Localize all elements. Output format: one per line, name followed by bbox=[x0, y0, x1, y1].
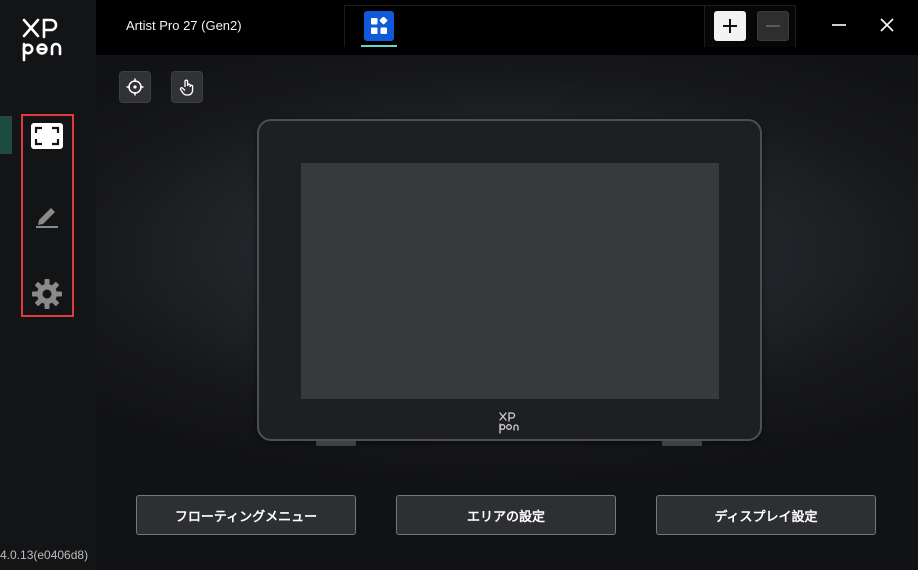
sidebar-item-settings[interactable] bbox=[27, 274, 67, 314]
tablet-preview bbox=[257, 119, 762, 441]
nav-active-indicator bbox=[0, 116, 12, 154]
display-settings-button[interactable]: ディスプレイ設定 bbox=[656, 495, 876, 535]
tablet-logo bbox=[498, 411, 522, 440]
main-panel: フローティングメニュー エリアの設定 ディスプレイ設定 bbox=[96, 55, 918, 570]
xppen-logo-small-icon bbox=[499, 412, 519, 434]
floating-menu-button[interactable]: フローティングメニュー bbox=[136, 495, 356, 535]
active-tab-underline bbox=[361, 45, 397, 47]
version-label: 4.0.13(e0406d8) bbox=[0, 548, 89, 562]
tablet-screen bbox=[301, 163, 719, 399]
minus-icon bbox=[766, 25, 780, 27]
remove-app-button[interactable] bbox=[757, 11, 789, 41]
plus-icon bbox=[723, 19, 737, 33]
tablet-foot-right bbox=[662, 441, 702, 446]
calibrate-button[interactable] bbox=[119, 71, 151, 103]
add-app-button[interactable] bbox=[714, 11, 746, 41]
close-button[interactable] bbox=[874, 12, 900, 38]
area-settings-button[interactable]: エリアの設定 bbox=[396, 495, 616, 535]
xppen-logo bbox=[18, 14, 72, 64]
minimize-icon bbox=[832, 24, 846, 26]
tablet-foot-left bbox=[316, 441, 356, 446]
device-name: Artist Pro 27 (Gen2) bbox=[126, 18, 242, 33]
pen-icon bbox=[36, 208, 58, 228]
tab-all-apps[interactable] bbox=[361, 11, 397, 47]
sidebar: 4.0.13(e0406d8) bbox=[0, 0, 96, 570]
xppen-logo-icon bbox=[22, 18, 62, 62]
crosshair-icon bbox=[126, 78, 144, 96]
sidebar-item-pen[interactable] bbox=[27, 195, 67, 235]
gear-icon bbox=[32, 279, 62, 309]
title-bar: Artist Pro 27 (Gen2) bbox=[96, 0, 918, 55]
work-area-icon bbox=[31, 123, 63, 149]
minimize-button[interactable] bbox=[826, 12, 852, 38]
touch-button[interactable] bbox=[171, 71, 203, 103]
tab-strip-background bbox=[345, 6, 705, 47]
close-icon bbox=[880, 18, 894, 32]
app-grid-icon bbox=[364, 11, 394, 41]
touch-icon bbox=[179, 79, 194, 96]
sidebar-item-work-area[interactable] bbox=[27, 116, 67, 156]
